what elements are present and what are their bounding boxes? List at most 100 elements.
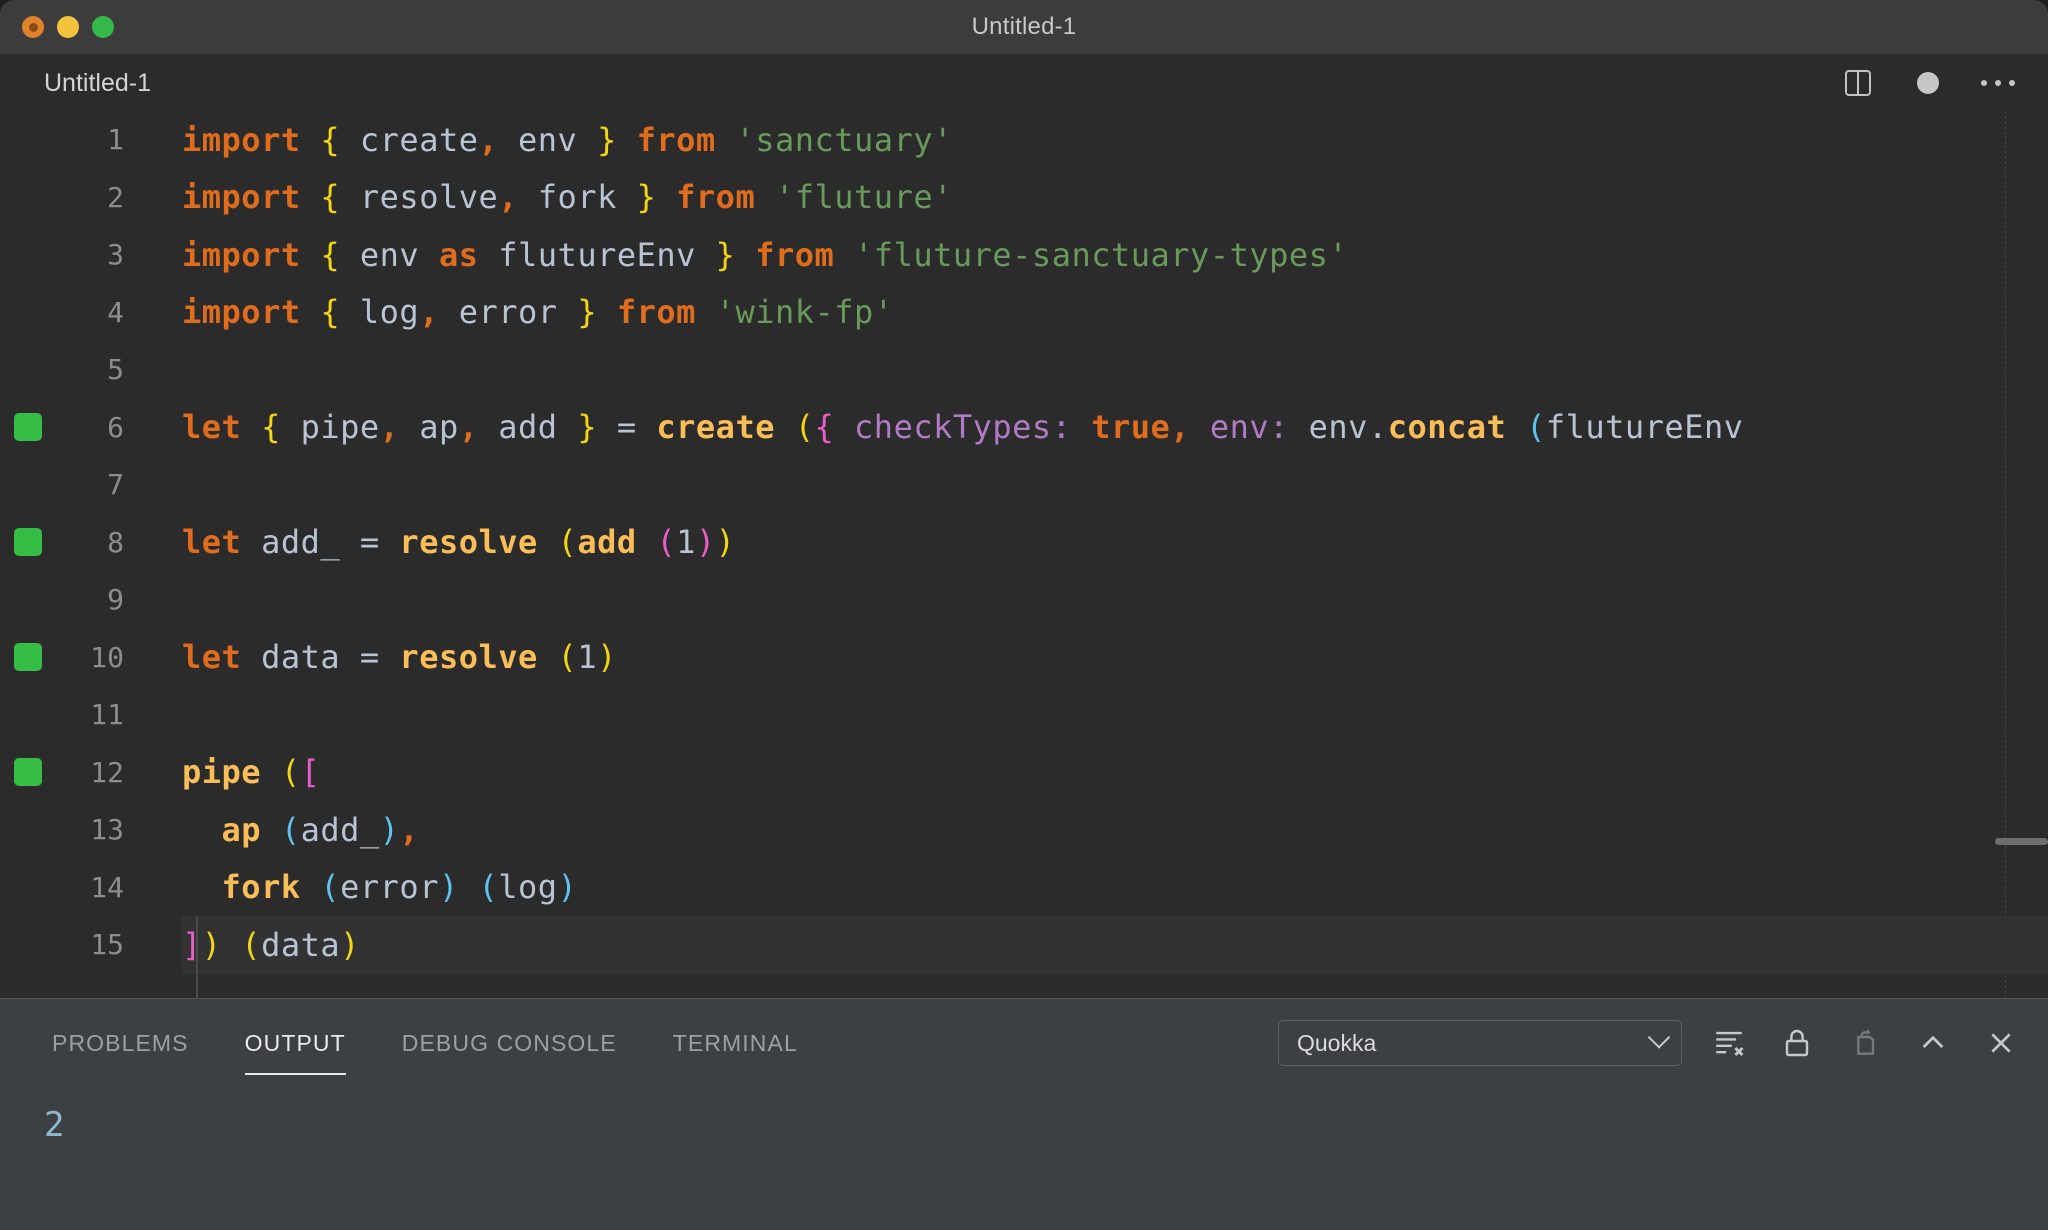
code-token: ( bbox=[1526, 408, 1546, 447]
maximize-panel-icon[interactable] bbox=[1912, 1022, 1954, 1064]
code-line[interactable]: 5 bbox=[0, 341, 2048, 399]
clear-output-icon[interactable] bbox=[1708, 1022, 1750, 1064]
output-channel-select[interactable]: Quokka bbox=[1278, 1020, 1682, 1066]
editor-action-bar bbox=[1838, 55, 2018, 111]
editor-tab-bar: Untitled-1 bbox=[0, 55, 2048, 111]
panel-tab-output[interactable]: OUTPUT bbox=[244, 999, 346, 1087]
split-editor-icon[interactable] bbox=[1838, 63, 1878, 103]
code-token: ( bbox=[241, 925, 262, 964]
code-line[interactable]: 8 let add_ = resolve (add (1)) bbox=[0, 514, 2048, 572]
code-line[interactable]: 10 let data = resolve (1) bbox=[0, 629, 2048, 687]
code-line[interactable]: 13 ap (add_), bbox=[0, 801, 2048, 859]
code-token: ap bbox=[221, 810, 262, 849]
code-line[interactable]: 2 import { resolve, fork } from 'fluture' bbox=[0, 169, 2048, 227]
code-token: ( bbox=[280, 810, 301, 849]
line-number: 4 bbox=[107, 295, 124, 329]
minimize-window-icon[interactable] bbox=[57, 16, 79, 38]
panel-tab-terminal[interactable]: TERMINAL bbox=[673, 999, 798, 1087]
code-token: ) bbox=[438, 868, 459, 907]
code-token: from bbox=[616, 293, 696, 332]
title-bar: Untitled-1 bbox=[0, 0, 2048, 55]
code-token: , bbox=[399, 810, 420, 849]
code-token: add bbox=[577, 523, 637, 562]
code-token: 'wink-fp' bbox=[715, 293, 894, 332]
line-number: 12 bbox=[90, 755, 124, 789]
code-editor[interactable]: 1 import { create, env } from 'sanctuary'… bbox=[0, 111, 2048, 998]
code-token: ) bbox=[379, 810, 400, 849]
code-token: log bbox=[498, 868, 558, 907]
code-line[interactable]: 9 bbox=[0, 571, 2048, 629]
code-line[interactable]: 1 import { create, env } from 'sanctuary' bbox=[0, 111, 2048, 169]
line-number: 13 bbox=[90, 813, 124, 847]
code-token: true bbox=[1091, 408, 1171, 447]
code-line[interactable]: 12 pipe ([ bbox=[0, 744, 2048, 802]
editor-tab-untitled-1[interactable]: Untitled-1 bbox=[0, 55, 177, 111]
code-token: import bbox=[182, 178, 301, 217]
line-content: let add_ = resolve (add (1)) bbox=[132, 526, 2048, 558]
code-token: as bbox=[438, 235, 479, 274]
code-line[interactable]: 6 let { pipe, ap, add } = create ({ check… bbox=[0, 399, 2048, 457]
unsaved-indicator-icon[interactable] bbox=[1908, 63, 1948, 103]
code-lines[interactable]: 1 import { create, env } from 'sanctuary'… bbox=[0, 111, 2048, 974]
open-in-editor-icon[interactable] bbox=[1844, 1022, 1886, 1064]
code-token: { bbox=[261, 408, 281, 447]
line-content: import { create, env } from 'sanctuary' bbox=[132, 124, 2048, 156]
panel-tab-debug-console[interactable]: DEBUG CONSOLE bbox=[402, 999, 617, 1087]
code-token: data bbox=[241, 638, 360, 677]
code-line[interactable]: 14 fork (error) (log) bbox=[0, 859, 2048, 917]
code-line[interactable]: 15]) (data) bbox=[0, 916, 2048, 974]
window-title: Untitled-1 bbox=[971, 13, 1077, 40]
code-token: checkTypes bbox=[854, 408, 1052, 447]
more-actions-icon[interactable] bbox=[1978, 63, 2018, 103]
code-token: , bbox=[1170, 408, 1191, 447]
code-token: } bbox=[577, 408, 598, 447]
code-token: = bbox=[597, 408, 657, 447]
line-number: 15 bbox=[90, 928, 124, 962]
close-panel-icon[interactable] bbox=[1980, 1022, 2022, 1064]
traffic-light-controls bbox=[0, 16, 114, 38]
output-panel-body[interactable]: 2 bbox=[0, 1087, 2048, 1230]
code-token: 'fluture-sanctuary-types' bbox=[854, 235, 1349, 274]
line-content: ap (add_), bbox=[132, 814, 2048, 846]
line-content: import { resolve, fork } from 'fluture' bbox=[132, 181, 2048, 213]
code-token: ( bbox=[478, 868, 499, 907]
code-token: : bbox=[1269, 408, 1309, 447]
code-token: ( bbox=[557, 523, 578, 562]
code-token: ( bbox=[280, 753, 301, 792]
code-token: ) bbox=[597, 638, 617, 677]
code-token: ( bbox=[320, 868, 341, 907]
code-token: ] bbox=[182, 925, 202, 964]
output-line: 2 bbox=[44, 1105, 65, 1145]
code-token: { bbox=[320, 178, 341, 217]
code-token: let bbox=[182, 408, 242, 447]
code-token: import bbox=[182, 235, 301, 274]
code-token: . bbox=[1367, 408, 1388, 447]
code-token: ( bbox=[656, 523, 677, 562]
maximize-window-icon[interactable] bbox=[92, 16, 114, 38]
code-token: create bbox=[340, 120, 479, 159]
panel-tab-problems[interactable]: PROBLEMS bbox=[52, 999, 189, 1087]
code-line[interactable]: 7 bbox=[0, 456, 2048, 514]
lock-scrolling-icon[interactable] bbox=[1776, 1022, 1818, 1064]
indent-guide bbox=[196, 916, 198, 998]
close-window-icon[interactable] bbox=[22, 16, 44, 38]
line-number: 8 bbox=[107, 525, 124, 559]
panel-tab-label: DEBUG CONSOLE bbox=[401, 1029, 617, 1056]
code-line[interactable]: 3 import { env as flutureEnv } from 'flut… bbox=[0, 226, 2048, 284]
chevron-down-icon bbox=[1647, 1026, 1671, 1049]
code-line[interactable]: 11 bbox=[0, 686, 2048, 744]
code-line[interactable]: 4 import { log, error } from 'wink-fp' bbox=[0, 284, 2048, 342]
code-token: { bbox=[320, 120, 341, 159]
